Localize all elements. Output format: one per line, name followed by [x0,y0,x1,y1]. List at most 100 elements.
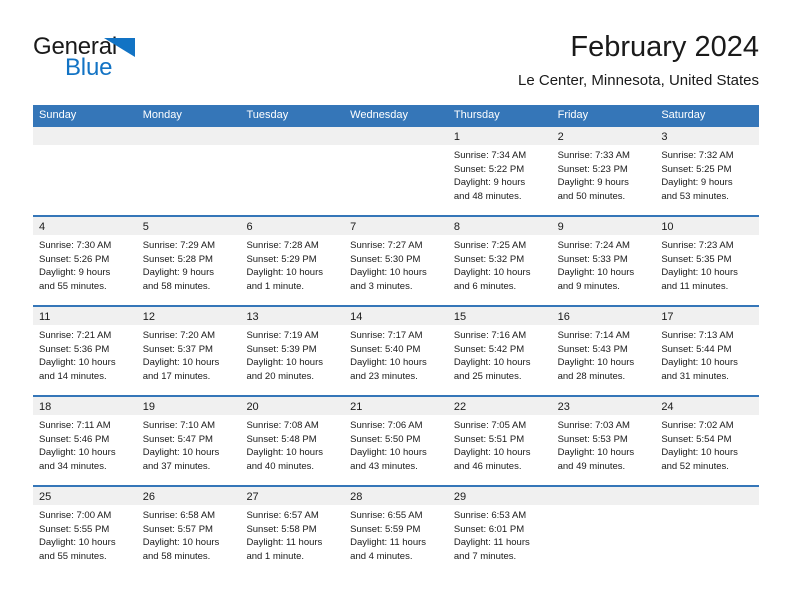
sunrise-text: Sunrise: 7:13 AM [661,330,734,341]
day-cell-28[interactable]: 28 Sunrise: 6:55 AM Sunset: 5:59 PM Dayligh… [344,487,448,575]
sunset-text: Sunset: 5:48 PM [246,433,317,445]
day-cell-7[interactable]: 7 Sunrise: 7:27 AM Sunset: 5:30 PM Daylight… [344,217,448,305]
daylight-text-line1: Daylight: 9 hours [39,267,111,278]
daylight-text-line1: Daylight: 10 hours [142,537,220,548]
daylight-text-line2: and 55 minutes. [39,550,107,562]
day-of-week-header-thursday: Thursday [453,109,500,121]
day-number: 11 [39,311,51,323]
day-details: Sunrise: 7:20 AM Sunset: 5:37 PM Daylight:… [137,325,241,383]
day-cell-25[interactable]: 25 Sunrise: 7:00 AM Sunset: 5:55 PM Dayligh… [33,487,137,575]
day-cell-21[interactable]: 21 Sunrise: 7:06 AM Sunset: 5:50 PM Dayligh… [344,397,448,485]
brand-name-blue: Blue [65,54,113,81]
day-cell-22[interactable]: 22 Sunrise: 7:05 AM Sunset: 5:51 PM Dayligh… [447,397,552,485]
calendar-week-row: 4 Sunrise: 7:30 AM Sunset: 5:26 PM Daylight… [33,215,760,305]
day-of-week-header-monday: Monday [142,109,182,121]
sunrise-text: Sunrise: 7:20 AM [142,330,216,341]
day-cell-15[interactable]: 15 Sunrise: 7:16 AM Sunset: 5:42 PM Dayligh… [447,307,552,395]
day-number: 12 [142,311,155,323]
sunset-text: Sunset: 5:33 PM [557,253,628,265]
day-cell-18[interactable]: 18 Sunrise: 7:11 AM Sunset: 5:46 PM Dayligh… [33,397,137,485]
day-number-band: 27 [240,487,345,505]
daylight-text-line1: Daylight: 10 hours [142,357,220,368]
day-number-band: 26 [136,487,241,505]
daylight-text-line2: and 31 minutes. [661,370,729,382]
day-of-week-header-friday: Friday [557,109,589,121]
sunset-text: Sunset: 5:43 PM [557,343,628,355]
day-number: 25 [39,491,52,503]
day-cell-20[interactable]: 20 Sunrise: 7:08 AM Sunset: 5:48 PM Dayligh… [240,397,345,485]
day-details: Sunrise: 7:33 AM Sunset: 5:23 PM Daylight:… [552,145,656,203]
daylight-text-line2: and 58 minutes. [142,280,211,292]
day-cell-17[interactable]: 17 Sunrise: 7:13 AM Sunset: 5:44 PM Dayligh… [655,307,760,395]
day-cell-13[interactable]: 13 Sunrise: 7:19 AM Sunset: 5:39 PM Dayligh… [240,307,345,395]
day-number-band: 2 [551,127,656,145]
day-cell-9[interactable]: 9 Sunrise: 7:24 AM Sunset: 5:33 PM Daylight… [551,217,656,305]
day-number-band: 12 [136,307,241,325]
day-cell-27[interactable]: 27 Sunrise: 6:57 AM Sunset: 5:58 PM Dayligh… [240,487,345,575]
day-cell-12[interactable]: 12 Sunrise: 7:20 AM Sunset: 5:37 PM Dayligh… [136,307,241,395]
sunset-text: Sunset: 5:40 PM [350,343,421,355]
day-details: Sunrise: 7:00 AM Sunset: 5:55 PM Daylight:… [33,505,137,563]
day-number-band: 9 [551,217,656,235]
sunset-text: Sunset: 5:50 PM [350,433,421,445]
brand-logo[interactable]: General Blue [33,34,233,92]
sunset-text: Sunset: 5:51 PM [453,433,525,445]
day-cell-4[interactable]: 4 Sunrise: 7:30 AM Sunset: 5:26 PM Daylight… [33,217,137,305]
daylight-text-line1: Daylight: 10 hours [557,357,635,368]
sunrise-text: Sunrise: 7:06 AM [350,420,423,431]
sunrise-text: Sunrise: 7:28 AM [246,240,319,251]
day-number-band: 16 [551,307,656,325]
day-cell-19[interactable]: 19 Sunrise: 7:10 AM Sunset: 5:47 PM Dayligh… [136,397,241,485]
sunset-text: Sunset: 5:29 PM [246,253,317,265]
day-number-band: 6 [240,217,345,235]
day-cell-6[interactable]: 6 Sunrise: 7:28 AM Sunset: 5:29 PM Daylight… [240,217,345,305]
sunrise-text: Sunrise: 6:55 AM [350,510,423,521]
day-details: Sunrise: 6:58 AM Sunset: 5:57 PM Daylight:… [137,505,241,563]
day-cell-3[interactable]: 3 Sunrise: 7:32 AM Sunset: 5:25 PM Daylight… [655,127,760,215]
sunset-text: Sunset: 5:25 PM [661,163,732,175]
daylight-text-line2: and 20 minutes. [246,370,315,382]
day-number-band: 11 [33,307,137,325]
day-number: 16 [557,311,570,323]
day-number: 21 [350,401,363,413]
day-details [137,145,241,149]
day-number: 6 [246,221,253,233]
day-cell-24[interactable]: 24 Sunrise: 7:02 AM Sunset: 5:54 PM Dayligh… [655,397,760,485]
daylight-text-line2: and 28 minutes. [557,370,626,382]
sunset-text: Sunset: 5:39 PM [246,343,317,355]
day-cell-empty [344,127,448,215]
day-cell-11[interactable]: 11 Sunrise: 7:21 AM Sunset: 5:36 PM Dayligh… [33,307,137,395]
day-number-band: 20 [240,397,345,415]
sunrise-text: Sunrise: 7:24 AM [557,240,630,251]
daylight-text-line1: Daylight: 10 hours [142,447,220,458]
day-details: Sunrise: 7:05 AM Sunset: 5:51 PM Daylight:… [448,415,552,473]
day-number: 28 [350,491,363,503]
day-cell-14[interactable]: 14 Sunrise: 7:17 AM Sunset: 5:40 PM Dayligh… [344,307,448,395]
sunrise-text: Sunrise: 7:00 AM [39,510,112,521]
sunset-text: Sunset: 5:32 PM [453,253,525,265]
calendar-week-row: 1 Sunrise: 7:34 AM Sunset: 5:22 PM Daylight… [33,125,760,215]
day-cell-23[interactable]: 23 Sunrise: 7:03 AM Sunset: 5:53 PM Dayligh… [551,397,656,485]
day-number: 19 [142,401,155,413]
sunset-text: Sunset: 5:44 PM [661,343,732,355]
day-cell-16[interactable]: 16 Sunrise: 7:14 AM Sunset: 5:43 PM Dayligh… [551,307,656,395]
day-details: Sunrise: 6:57 AM Sunset: 5:58 PM Daylight:… [240,505,344,563]
calendar-week-row: 18 Sunrise: 7:11 AM Sunset: 5:46 PM Dayligh… [33,395,760,485]
day-cell-empty [136,127,241,215]
daylight-text-line2: and 53 minutes. [661,190,729,202]
day-number: 13 [246,311,259,323]
day-cell-2[interactable]: 2 Sunrise: 7:33 AM Sunset: 5:23 PM Daylight… [551,127,656,215]
day-cell-8[interactable]: 8 Sunrise: 7:25 AM Sunset: 5:32 PM Daylight… [447,217,552,305]
day-cell-5[interactable]: 5 Sunrise: 7:29 AM Sunset: 5:28 PM Daylight… [136,217,241,305]
daylight-text-line1: Daylight: 10 hours [350,447,427,458]
day-cell-1[interactable]: 1 Sunrise: 7:34 AM Sunset: 5:22 PM Daylight… [447,127,552,215]
day-cell-29[interactable]: 29 Sunrise: 6:53 AM Sunset: 6:01 PM Dayligh… [447,487,552,575]
day-number-band: 17 [655,307,760,325]
daylight-text-line1: Daylight: 11 hours [350,537,427,548]
day-cell-26[interactable]: 26 Sunrise: 6:58 AM Sunset: 5:57 PM Dayligh… [136,487,241,575]
day-cell-empty [240,127,345,215]
sunrise-text: Sunrise: 6:58 AM [142,510,216,521]
day-of-week-header-wednesday: Wednesday [350,109,409,121]
day-cell-10[interactable]: 10 Sunrise: 7:23 AM Sunset: 5:35 PM Dayligh… [655,217,760,305]
day-number-band: 28 [344,487,448,505]
